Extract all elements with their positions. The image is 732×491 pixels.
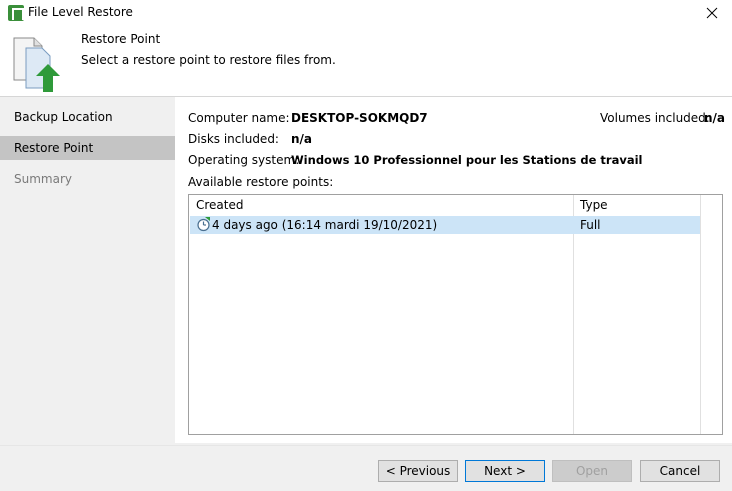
computer-name-value: DESKTOP-SOKMQD7 bbox=[291, 111, 428, 125]
clock-icon bbox=[197, 217, 210, 232]
window-title: File Level Restore bbox=[28, 5, 133, 19]
next-button[interactable]: Next > bbox=[465, 460, 545, 482]
wizard-body: Backup Location Restore Point Summary Co… bbox=[0, 96, 732, 491]
footer-divider bbox=[0, 445, 732, 446]
os-value: Windows 10 Professionnel pour les Statio… bbox=[291, 153, 643, 167]
open-button: Open bbox=[552, 460, 632, 482]
disks-value: n/a bbox=[291, 132, 313, 146]
available-restore-points-label: Available restore points: bbox=[188, 175, 334, 189]
cancel-button[interactable]: Cancel bbox=[640, 460, 720, 482]
column-created[interactable]: Created bbox=[196, 198, 244, 212]
close-button[interactable] bbox=[692, 0, 732, 26]
volumes-value: n/a bbox=[704, 111, 726, 125]
computer-name-label: Computer name: bbox=[188, 111, 290, 125]
wizard-steps: Backup Location Restore Point Summary bbox=[0, 97, 175, 445]
grid-header: Created Type bbox=[189, 195, 722, 215]
column-divider bbox=[700, 195, 701, 434]
step-summary: Summary bbox=[14, 172, 72, 186]
column-type[interactable]: Type bbox=[580, 198, 608, 212]
restore-point-type: Full bbox=[580, 218, 601, 232]
step-backup-location[interactable]: Backup Location bbox=[0, 105, 175, 129]
page-title: Restore Point bbox=[81, 32, 161, 46]
restore-point-panel: Computer name: DESKTOP-SOKMQD7 Volumes i… bbox=[175, 97, 732, 443]
restore-point-created: 4 days ago (16:14 mardi 19/10/2021) bbox=[212, 218, 438, 232]
volumes-label: Volumes included: bbox=[600, 111, 710, 125]
previous-button[interactable]: < Previous bbox=[378, 460, 458, 482]
os-label: Operating system: bbox=[188, 153, 300, 167]
page-subtitle: Select a restore point to restore files … bbox=[81, 53, 336, 67]
close-icon bbox=[706, 7, 718, 19]
wizard-header: Restore Point Select a restore point to … bbox=[0, 26, 732, 96]
step-restore-point[interactable]: Restore Point bbox=[0, 136, 175, 160]
app-icon bbox=[8, 5, 24, 21]
restore-file-icon bbox=[13, 37, 60, 92]
disks-label: Disks included: bbox=[188, 132, 279, 146]
title-bar: File Level Restore bbox=[0, 0, 732, 26]
table-row[interactable]: 4 days ago (16:14 mardi 19/10/2021) Full bbox=[190, 216, 700, 234]
restore-points-grid[interactable]: Created Type 4 days ago (16:14 mardi 19/… bbox=[188, 194, 723, 435]
